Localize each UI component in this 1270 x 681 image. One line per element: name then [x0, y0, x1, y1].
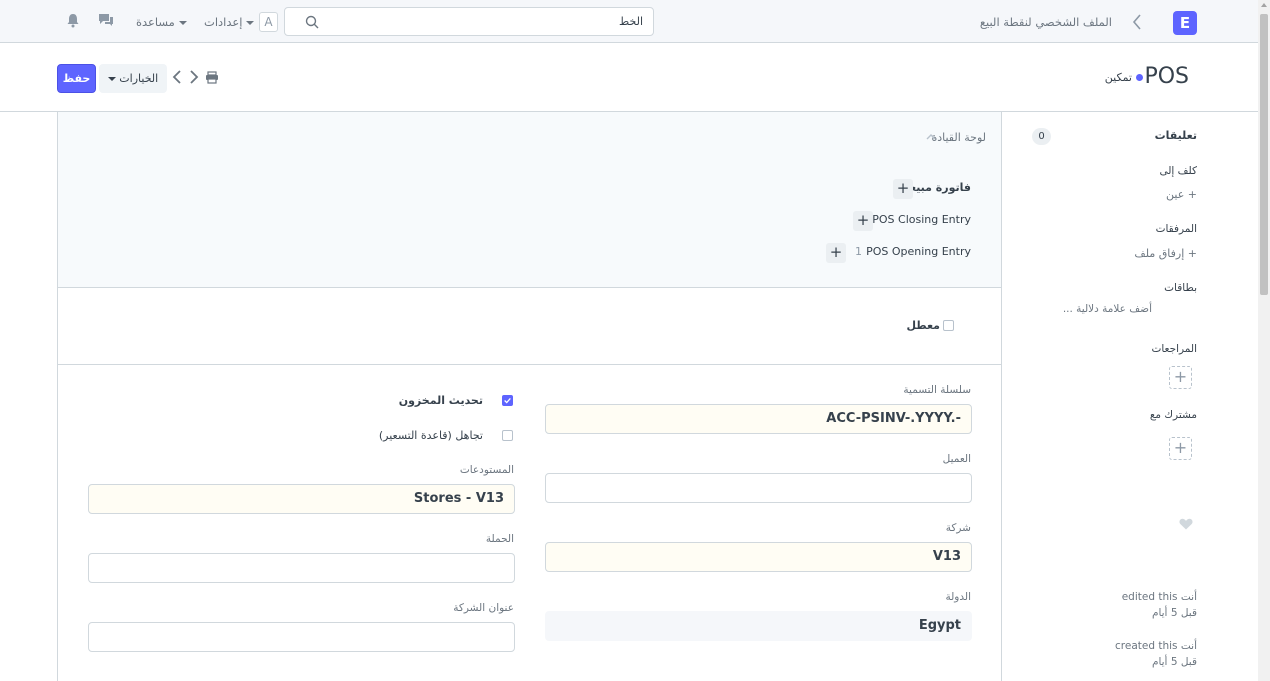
activity-item: أنت created this: [1115, 640, 1197, 652]
activity-time: قبل 5 أيام: [1151, 607, 1197, 619]
breadcrumb[interactable]: الملف الشخصي لنقطة البيع: [980, 15, 1112, 29]
chat-icon[interactable]: [98, 13, 114, 27]
assigned-to-label: كلف إلى: [1159, 165, 1197, 177]
campaign-field[interactable]: [88, 553, 515, 583]
scrollbar[interactable]: [1258, 0, 1270, 681]
dashboard-link-pos-closing-entry[interactable]: POS Closing Entry: [872, 213, 971, 226]
help-label: مساعدة: [136, 15, 175, 29]
search-input[interactable]: الخط: [284, 7, 654, 36]
avatar[interactable]: A: [259, 12, 278, 32]
activity-action: created this: [1115, 640, 1178, 652]
ignore-pricing-rule-label: تجاهل (قاعدة التسعير): [378, 429, 483, 442]
chevron-up-icon[interactable]: [926, 133, 936, 140]
attachments-label: المرفقات: [1155, 223, 1197, 235]
chevron-left-icon: [1132, 14, 1141, 30]
comments-count-badge: 0: [1032, 128, 1051, 145]
form-card: لوحة القيادة فاتورة مبيعات + POS Closing…: [57, 112, 1002, 681]
warehouse-label: المستودعات: [459, 464, 514, 476]
search-icon: [305, 15, 319, 29]
caret-down-icon: [178, 20, 187, 25]
dashboard-title[interactable]: لوحة القيادة: [931, 131, 986, 144]
update-stock-checkbox[interactable]: [502, 395, 513, 406]
company-field[interactable]: V13: [545, 542, 972, 572]
naming-series-value: ACC-PSINV-.YYYY.-: [826, 411, 961, 426]
activity-action: edited this: [1121, 591, 1178, 603]
disabled-section: معطل: [58, 289, 1001, 365]
previous-doc-icon[interactable]: [172, 70, 182, 84]
add-tag-link[interactable]: أضف علامة دلالية ...: [1063, 303, 1152, 315]
page-head: POS تمكين حفظ الخيارات: [0, 44, 1258, 112]
plus-icon: +: [1187, 247, 1197, 260]
search-value: الخط: [619, 15, 643, 28]
warehouse-value: Stores - V13: [413, 491, 504, 506]
activity-time: قبل 5 أيام: [1151, 656, 1197, 668]
link-count: 1: [855, 245, 862, 258]
heart-icon[interactable]: [1179, 518, 1193, 530]
help-menu[interactable]: مساعدة: [136, 15, 187, 29]
naming-series-field[interactable]: ACC-PSINV-.YYYY.-: [545, 404, 972, 434]
add-review-button[interactable]: +: [1169, 366, 1192, 389]
disabled-label: معطل: [906, 319, 940, 332]
settings-menu[interactable]: إعدادات: [204, 15, 255, 29]
app-logo[interactable]: E: [1173, 11, 1197, 35]
company-value: V13: [932, 549, 961, 564]
customer-label: العميل: [942, 453, 971, 465]
campaign-label: الحملة: [485, 533, 514, 545]
country-field: Egypt: [545, 611, 972, 641]
reviews-label: المراجعات: [1151, 343, 1197, 355]
country-value: Egypt: [918, 618, 961, 633]
company-address-field[interactable]: [88, 622, 515, 652]
bell-icon[interactable]: [66, 13, 80, 28]
navbar: E الملف الشخصي لنقطة البيع الخط A إعدادا…: [0, 0, 1258, 43]
activity-item: أنت edited this: [1122, 591, 1197, 603]
add-pos-opening-entry-button[interactable]: +: [826, 243, 846, 263]
save-button[interactable]: حفظ: [57, 64, 96, 93]
activity-user: أنت: [1180, 591, 1197, 603]
settings-label: إعدادات: [204, 15, 243, 29]
page-title: POS: [1144, 64, 1189, 89]
status-badge: تمكين: [1104, 71, 1132, 84]
assign-link[interactable]: + عين: [1166, 188, 1197, 201]
warehouse-field[interactable]: Stores - V13: [88, 484, 515, 514]
country-label: الدولة: [945, 591, 971, 603]
attach-file-link[interactable]: + إرفاق ملف: [1134, 247, 1197, 260]
scroll-up-arrow-icon[interactable]: [1261, 3, 1267, 7]
activity-user: أنت: [1180, 640, 1197, 652]
caret-down-icon: [107, 77, 116, 81]
tags-label: بطاقات: [1164, 282, 1197, 294]
dashboard-link-pos-opening-entry[interactable]: POS Opening Entry: [866, 245, 971, 258]
dashboard-section: لوحة القيادة فاتورة مبيعات + POS Closing…: [58, 112, 1001, 288]
company-label: شركة: [945, 522, 971, 534]
print-icon[interactable]: [205, 71, 219, 84]
comments-label: تعليقات: [1154, 129, 1197, 142]
add-share-button[interactable]: +: [1169, 437, 1192, 460]
scrollbar-thumb[interactable]: [1260, 14, 1268, 295]
naming-series-label: سلسلة التسمية: [903, 384, 971, 396]
plus-icon: +: [1187, 188, 1197, 201]
ignore-pricing-rule-checkbox[interactable]: [502, 430, 513, 441]
caret-down-icon: [246, 20, 255, 25]
add-sales-invoice-button[interactable]: +: [893, 179, 913, 199]
next-doc-icon[interactable]: [189, 70, 199, 84]
shared-with-label: مشترك مع: [1149, 409, 1197, 421]
attach-file-label: إرفاق ملف: [1134, 247, 1185, 260]
disabled-checkbox[interactable]: [943, 320, 954, 331]
check-icon: [504, 398, 511, 404]
menu-label: الخيارات: [119, 72, 159, 85]
status-indicator-dot: [1136, 74, 1143, 81]
assign-link-label: عين: [1166, 188, 1185, 201]
company-address-label: عنوان الشركة: [453, 602, 514, 614]
add-pos-closing-entry-button[interactable]: +: [853, 211, 873, 231]
menu-button[interactable]: الخيارات: [99, 64, 167, 93]
customer-field[interactable]: [545, 473, 972, 503]
update-stock-label: تحديث المخزون: [398, 394, 483, 407]
